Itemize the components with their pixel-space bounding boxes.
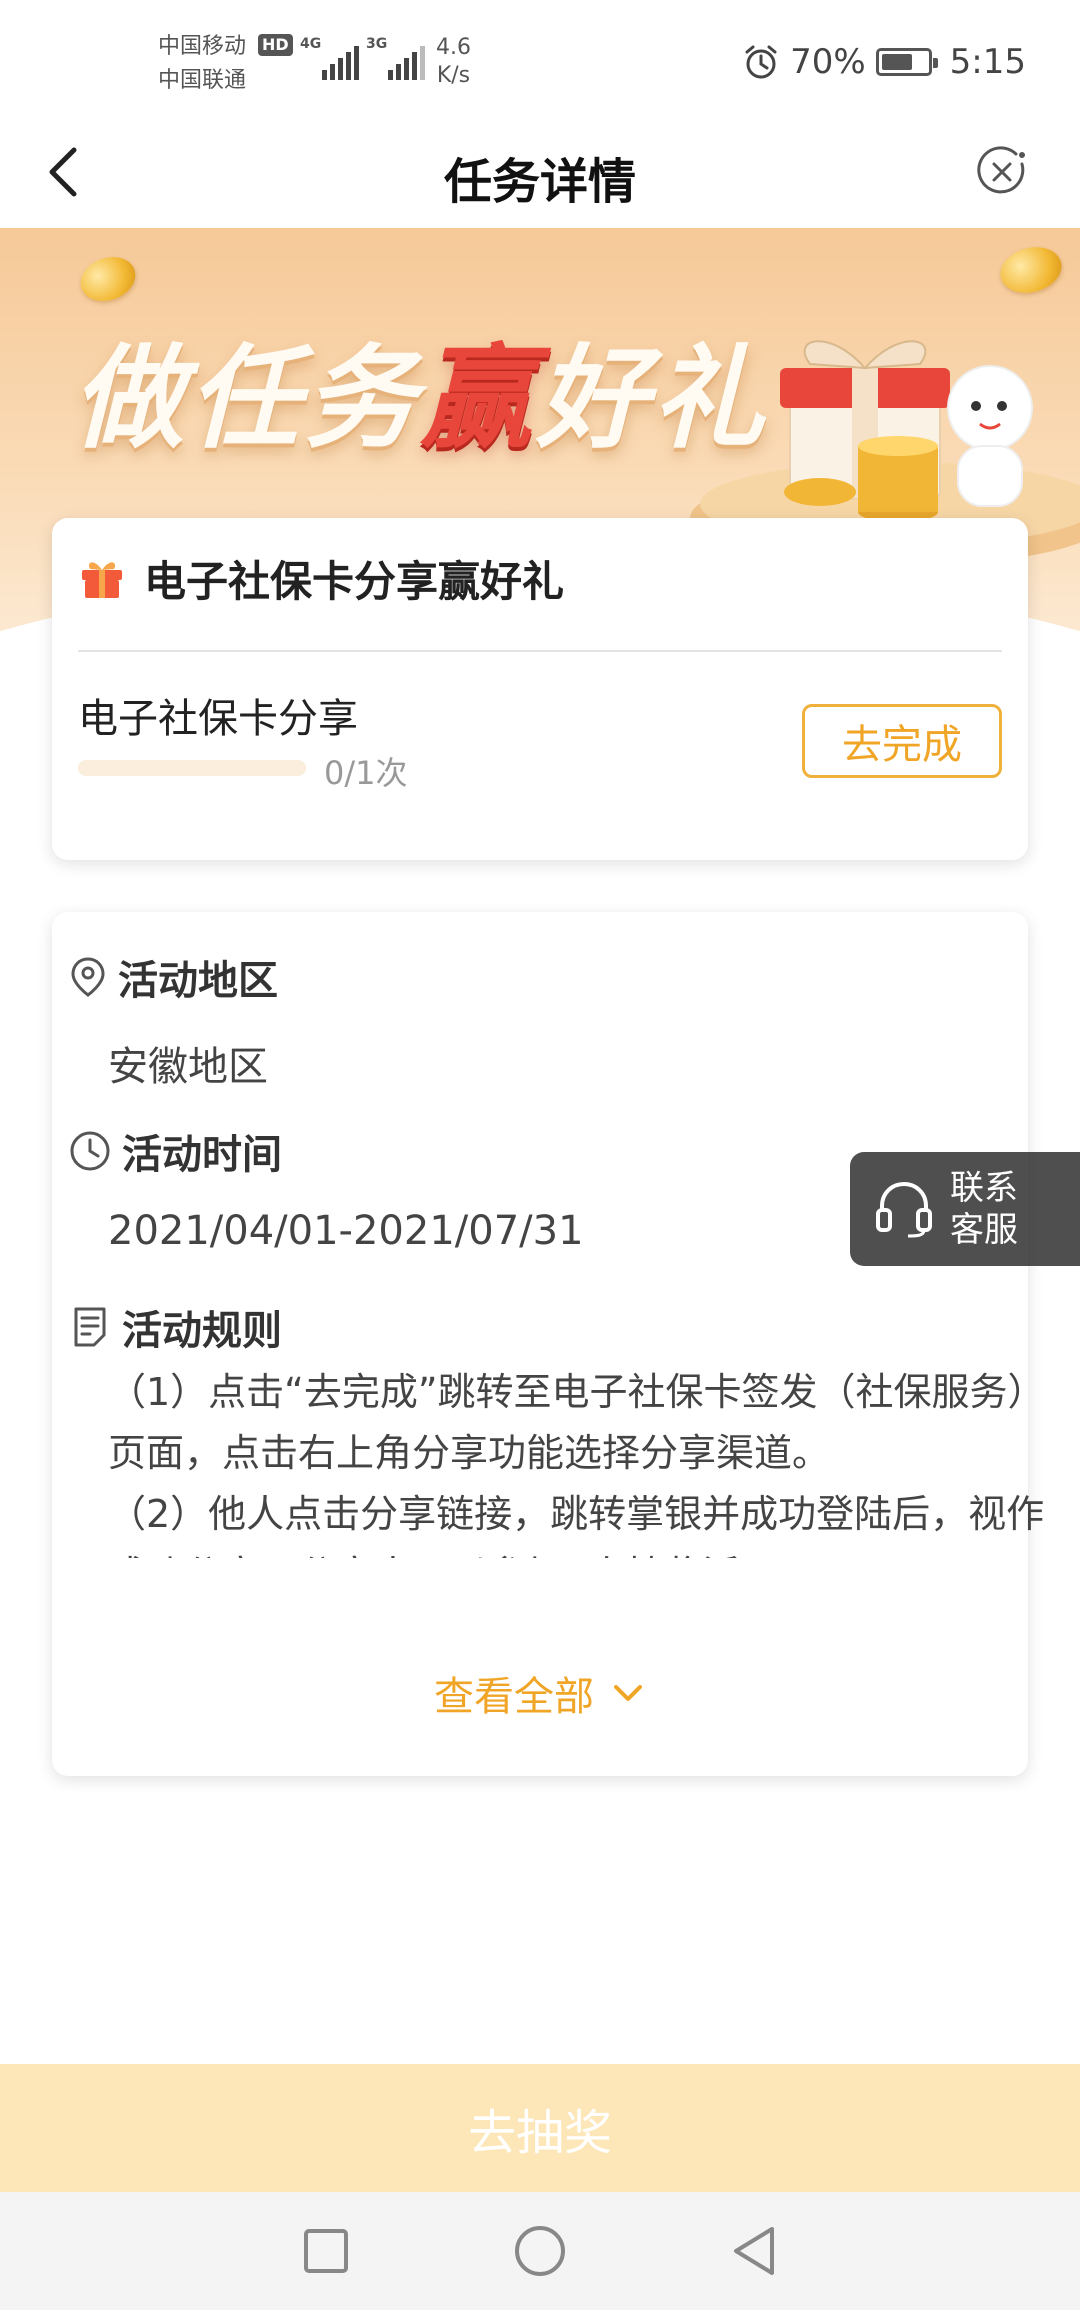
time-label: 活动时间 bbox=[122, 1132, 282, 1178]
alarm-icon bbox=[745, 45, 777, 79]
battery-icon bbox=[875, 48, 938, 76]
status-bar: 中国移动 中国联通 HD 4G 3G 4.6 K/s 70% 5:15 bbox=[0, 0, 1080, 120]
close-circle-icon bbox=[977, 146, 1025, 194]
signal-icon-2: 3G bbox=[366, 36, 426, 80]
banner-title-highlight: 赢 bbox=[420, 334, 536, 464]
location-pin-icon bbox=[71, 957, 105, 997]
task-detail-screen: 中国移动 中国联通 HD 4G 3G 4.6 K/s 70% 5:15 任务详情… bbox=[0, 0, 1080, 2310]
task-card-header: 电子社保卡分享赢好礼 bbox=[78, 548, 564, 608]
recent-apps-button[interactable] bbox=[300, 2225, 352, 2277]
activity-info-card: 活动地区 安徽地区 活动时间 2021/04/01-2021/07/31 活动规… bbox=[52, 912, 1046, 1776]
page-title: 任务详情 bbox=[443, 154, 636, 210]
rules-label: 活动规则 bbox=[122, 1308, 282, 1354]
region-label: 活动地区 bbox=[118, 958, 278, 1004]
status-right: 70% 5:15 bbox=[742, 40, 1026, 84]
clock-time: 5:15 bbox=[949, 42, 1026, 82]
lottery-button[interactable]: 去抽奖 bbox=[0, 2064, 1080, 2192]
view-all-label: 查看全部 bbox=[434, 1674, 594, 1720]
task-progress-bar bbox=[78, 760, 306, 776]
divider bbox=[78, 650, 1002, 652]
net-speed-value: 4.6 bbox=[436, 35, 471, 60]
customer-service-button[interactable]: 联系 客服 bbox=[850, 1152, 1080, 1266]
headset-icon bbox=[876, 1181, 932, 1238]
carrier-1: 中国移动 bbox=[158, 34, 247, 59]
rules-text: （1）点击“去完成”跳转至电子社保卡签发（社保服务）页面，点击右上角分享功能选择… bbox=[108, 1362, 1048, 1558]
back-nav-button[interactable] bbox=[728, 2223, 780, 2279]
customer-service-line1: 联系 bbox=[950, 1168, 1018, 1208]
net-speed: 4.6 K/s bbox=[436, 34, 471, 90]
customer-service-label: 联系 客服 bbox=[950, 1167, 1018, 1251]
close-button[interactable] bbox=[972, 142, 1032, 202]
task-progress-text: 0/1次 bbox=[324, 754, 408, 792]
system-nav-bar bbox=[0, 2192, 1080, 2310]
go-complete-button[interactable]: 去完成 bbox=[802, 704, 1002, 778]
signal-2-label: 3G bbox=[366, 36, 388, 52]
region-header: 活动地区 bbox=[68, 948, 278, 1006]
battery-percent: 70% bbox=[790, 42, 866, 82]
signal-icon-1: 4G bbox=[300, 36, 360, 80]
region-value: 安徽地区 bbox=[108, 1044, 268, 1090]
rules-paragraph-2: （2）他人点击分享链接，跳转掌银并成功登陆后，视作成功分享，分享人可以参加1次抽… bbox=[108, 1492, 1045, 1558]
clock-icon bbox=[70, 1131, 110, 1171]
task-card-title: 电子社保卡分享赢好礼 bbox=[144, 556, 565, 606]
home-button[interactable] bbox=[512, 2223, 568, 2279]
time-value: 2021/04/01-2021/07/31 bbox=[108, 1208, 584, 1254]
rules-header: 活动规则 bbox=[68, 1298, 282, 1356]
customer-service-line2: 客服 bbox=[950, 1210, 1018, 1250]
view-all-button[interactable]: 查看全部 bbox=[52, 1664, 1028, 1722]
rules-paragraph-1: （1）点击“去完成”跳转至电子社保卡签发（社保服务）页面，点击右上角分享功能选择… bbox=[108, 1370, 1046, 1475]
carrier-info: 中国移动 中国联通 bbox=[158, 30, 246, 98]
gift-icon bbox=[82, 562, 122, 598]
document-icon bbox=[74, 1307, 106, 1347]
nav-bar: 任务详情 bbox=[0, 120, 1080, 228]
chevron-down-icon bbox=[614, 1685, 642, 1701]
coin-icon bbox=[74, 249, 142, 309]
signal-1-label: 4G bbox=[300, 36, 322, 52]
net-speed-unit: K/s bbox=[436, 63, 471, 88]
time-header: 活动时间 bbox=[68, 1122, 282, 1180]
hd-badge: HD bbox=[258, 34, 293, 56]
battery-level bbox=[881, 54, 913, 70]
task-name: 电子社保卡分享 bbox=[78, 696, 358, 742]
carrier-2: 中国联通 bbox=[158, 68, 247, 93]
task-card: 电子社保卡分享赢好礼 电子社保卡分享 0/1次 去完成 bbox=[52, 518, 1028, 860]
banner-title-part1: 做任务 bbox=[72, 334, 420, 464]
